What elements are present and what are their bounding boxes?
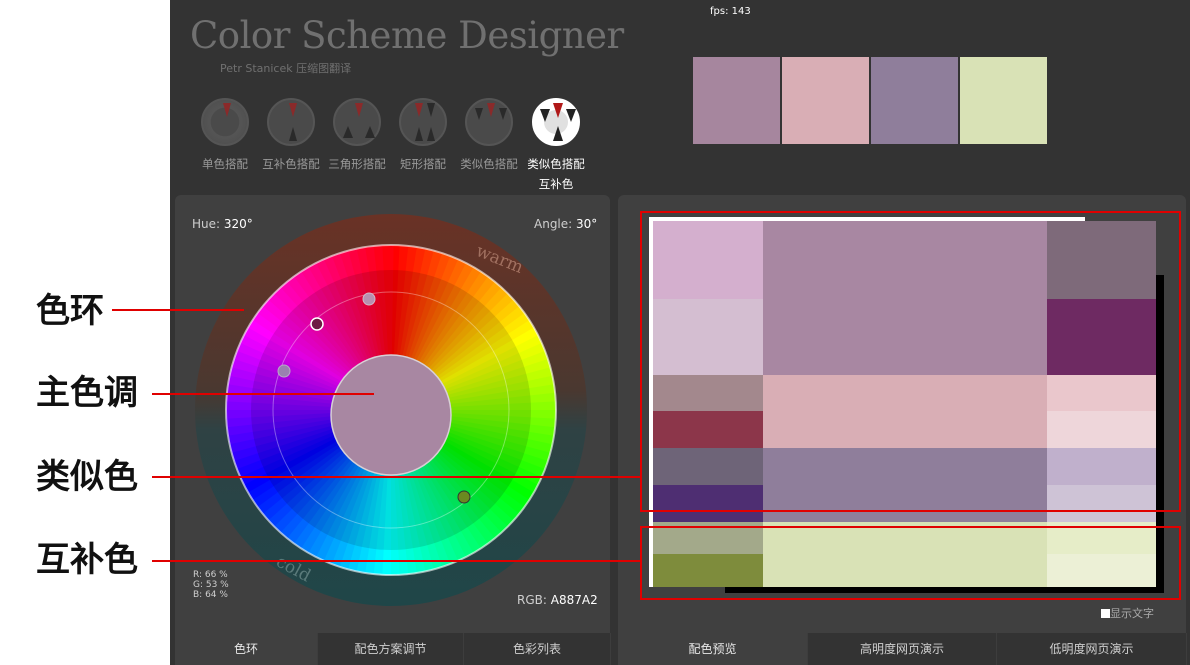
tab-light-page-demo[interactable]: 高明度网页演示 bbox=[808, 633, 997, 665]
tab-preview[interactable]: 配色预览 bbox=[618, 633, 808, 665]
scheme-label: 三角形搭配 bbox=[328, 157, 386, 171]
scheme-analogic-icon bbox=[465, 98, 513, 146]
highlight-main-analogous bbox=[640, 211, 1181, 512]
palette-swatch[interactable] bbox=[960, 57, 1047, 144]
scheme-triad-button[interactable]: 三角形搭配 bbox=[328, 98, 386, 174]
show-text-label: 显示文字 bbox=[1110, 607, 1154, 620]
red-percent: R: 66 % bbox=[193, 570, 228, 580]
scheme-complement-icon bbox=[267, 98, 315, 146]
palette-swatch[interactable] bbox=[871, 57, 958, 144]
annotation-analogous: 类似色 bbox=[36, 457, 138, 497]
main-hue-handle[interactable] bbox=[310, 317, 324, 331]
annotation-main-hue: 主色调 bbox=[36, 373, 138, 413]
green-percent: G: 53 % bbox=[193, 580, 229, 590]
main-hue-swatch bbox=[330, 354, 452, 476]
show-text-checkbox[interactable] bbox=[1101, 609, 1110, 618]
preview-panel: 显示文字 配色预览 高明度网页演示 低明度网页演示 bbox=[618, 195, 1187, 665]
scheme-mono-button[interactable]: 单色搭配 bbox=[196, 98, 254, 174]
show-text-toggle[interactable]: 显示文字 bbox=[1101, 605, 1154, 621]
scheme-label: 单色搭配 bbox=[202, 157, 248, 171]
scheme-analogic-complement-icon bbox=[532, 98, 580, 146]
tab-color-list[interactable]: 色彩列表 bbox=[464, 633, 611, 665]
tab-dark-page-demo[interactable]: 低明度网页演示 bbox=[997, 633, 1187, 665]
highlight-complement bbox=[640, 526, 1181, 600]
palette-swatch[interactable] bbox=[693, 57, 780, 144]
scheme-label: 类似色搭配互补色 bbox=[527, 157, 585, 191]
rgb-hex-readout: RGB: A887A2 bbox=[517, 593, 598, 607]
scheme-analogic-button[interactable]: 类似色搭配 bbox=[460, 98, 518, 174]
fps-counter: fps: 143 bbox=[710, 6, 751, 17]
scheme-label: 互补色搭配 bbox=[262, 157, 320, 171]
analogous-handle[interactable] bbox=[362, 292, 376, 306]
app-title: Color Scheme Designer bbox=[190, 14, 624, 57]
rgb-label: RGB: bbox=[517, 593, 547, 607]
scheme-complement-button[interactable]: 互补色搭配 bbox=[262, 98, 320, 174]
rgb-percent-readout: R: 66 % G: 53 % B: 64 % bbox=[193, 570, 229, 600]
app-subtitle: Petr Stanicek 压缩图翻译 bbox=[220, 62, 352, 75]
scheme-label: 矩形搭配 bbox=[400, 157, 446, 171]
scheme-tetrad-button[interactable]: 矩形搭配 bbox=[394, 98, 452, 174]
blue-percent: B: 64 % bbox=[193, 590, 228, 600]
scheme-triad-icon bbox=[333, 98, 381, 146]
scheme-analogic-complement-button[interactable]: 类似色搭配互补色 bbox=[527, 98, 585, 194]
complement-handle[interactable] bbox=[457, 490, 471, 504]
color-wheel[interactable]: warm cold bbox=[175, 195, 610, 630]
analogous-handle[interactable] bbox=[277, 364, 291, 378]
palette-swatch[interactable] bbox=[782, 57, 869, 144]
tab-color-wheel[interactable]: 色环 bbox=[175, 633, 318, 665]
scheme-label: 类似色搭配 bbox=[460, 157, 518, 171]
scheme-tetrad-icon bbox=[399, 98, 447, 146]
annotation-wheel: 色环 bbox=[36, 291, 104, 331]
scheme-mono-icon bbox=[201, 98, 249, 146]
annotation-complement: 互补色 bbox=[36, 540, 138, 580]
rgb-value: A887A2 bbox=[550, 593, 598, 607]
tab-scheme-adjust[interactable]: 配色方案调节 bbox=[318, 633, 464, 665]
app-window: Color Scheme Designer Petr Stanicek 压缩图翻… bbox=[170, 0, 1190, 665]
wheel-panel: Hue: 320° Angle: 30° warm cold R: 66 % G… bbox=[175, 195, 611, 665]
